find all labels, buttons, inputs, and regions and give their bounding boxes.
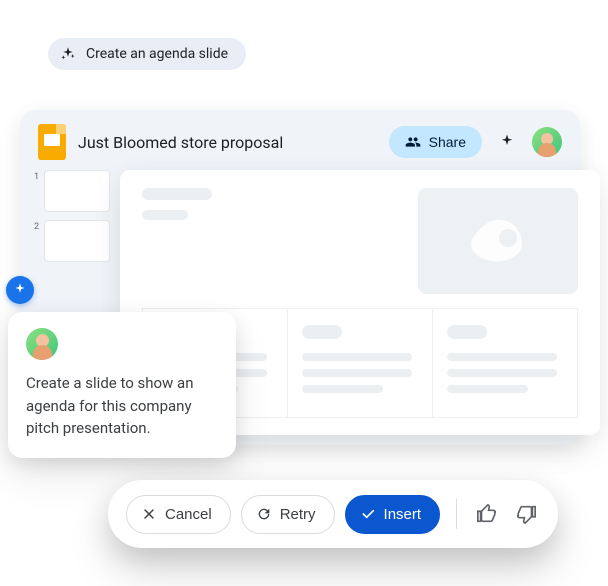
grid-cell — [287, 308, 432, 418]
suggestion-chip-label: Create an agenda slide — [86, 46, 228, 62]
share-button[interactable]: Share — [389, 126, 482, 158]
placeholder-heading — [302, 325, 342, 339]
placeholder-line — [302, 385, 383, 393]
suggestion-chip[interactable]: Create an agenda slide — [48, 38, 246, 70]
slide-number: 1 — [34, 170, 39, 182]
ai-badge[interactable] — [6, 276, 34, 304]
check-icon — [360, 506, 376, 522]
refresh-icon — [256, 506, 272, 522]
placeholder-line — [302, 369, 412, 377]
placeholder-image — [418, 188, 578, 294]
canvas-title-area — [142, 188, 404, 294]
cancel-button-label: Cancel — [165, 506, 212, 523]
canvas-header-row — [142, 188, 578, 294]
slide-preview — [44, 170, 110, 212]
prompt-card: Create a slide to show an agenda for thi… — [8, 312, 236, 458]
action-bar: Cancel Retry Insert — [108, 480, 558, 548]
placeholder-line — [447, 385, 528, 393]
spark-icon — [12, 282, 28, 298]
retry-button-label: Retry — [280, 506, 316, 523]
blob-icon — [466, 218, 530, 264]
placeholder-line — [447, 353, 557, 361]
thumbnail-rail: 1 2 — [34, 170, 112, 262]
gemini-button[interactable] — [494, 129, 520, 155]
insert-button[interactable]: Insert — [345, 495, 441, 534]
slide-thumbnail[interactable]: 1 — [34, 170, 112, 212]
insert-button-label: Insert — [384, 506, 422, 523]
spark-icon — [498, 133, 516, 151]
close-icon — [141, 506, 157, 522]
placeholder-line — [302, 353, 412, 361]
placeholder-heading — [447, 325, 487, 339]
thumbs-down-button[interactable] — [511, 497, 540, 531]
cancel-button[interactable]: Cancel — [126, 495, 231, 534]
slide-thumbnail[interactable]: 2 — [34, 220, 112, 262]
placeholder-line — [447, 369, 557, 377]
people-icon — [405, 134, 421, 150]
user-avatar — [26, 328, 58, 360]
placeholder-subtitle — [142, 210, 188, 220]
spark-icon — [60, 46, 76, 62]
slides-logo-icon — [38, 124, 66, 160]
grid-cell — [432, 308, 578, 418]
document-title[interactable]: Just Bloomed store proposal — [78, 133, 377, 152]
slide-preview — [44, 220, 110, 262]
divider — [456, 499, 457, 529]
retry-button[interactable]: Retry — [241, 495, 335, 534]
prompt-text: Create a slide to show an agenda for thi… — [26, 372, 218, 440]
thumbs-up-button[interactable] — [473, 497, 502, 531]
slide-number: 2 — [34, 220, 39, 232]
thumbs-up-icon — [476, 503, 498, 525]
user-avatar[interactable] — [532, 127, 562, 157]
thumbs-down-icon — [515, 503, 537, 525]
app-header: Just Bloomed store proposal Share — [20, 110, 580, 170]
placeholder-title — [142, 188, 212, 200]
share-button-label: Share — [429, 134, 466, 150]
